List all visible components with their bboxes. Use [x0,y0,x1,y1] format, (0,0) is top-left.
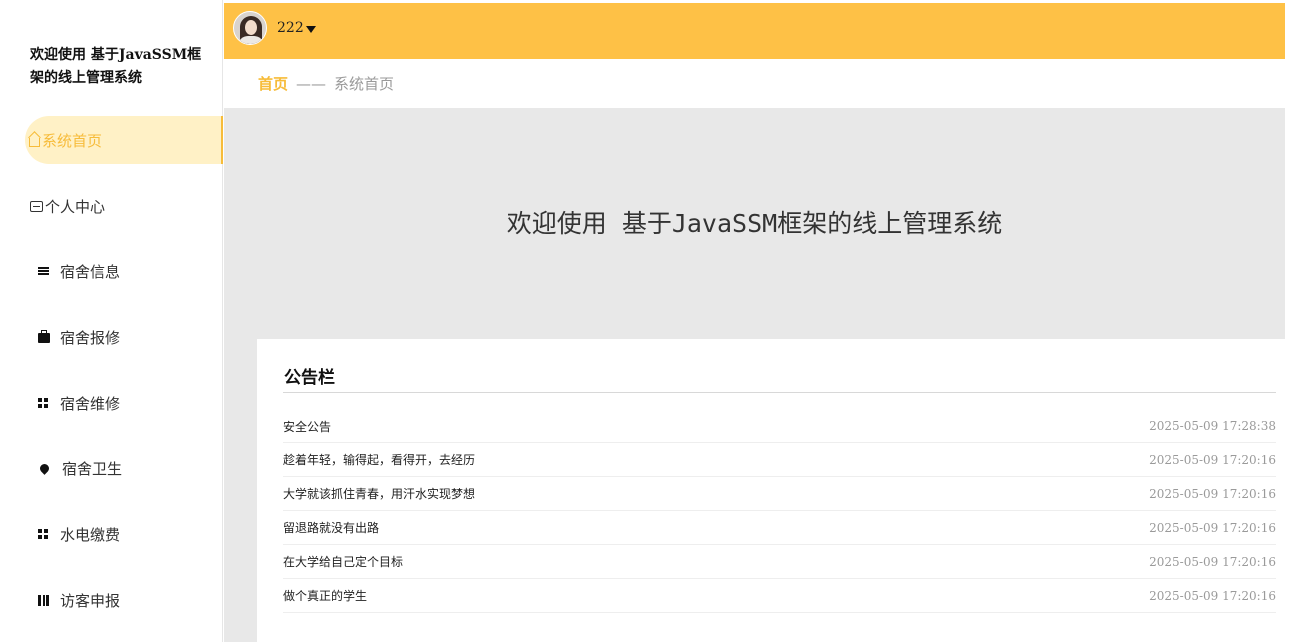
notice-item[interactable]: 趁着年轻，输得起，看得开，去经历 2025-05-09 17:20:16 [283,443,1276,477]
sidebar-item-label: 水电缴费 [60,525,121,544]
sidebar-item-system-home[interactable]: 系统首页 [25,116,223,164]
notice-item-time: 2025-05-09 17:20:16 [1149,588,1276,603]
book-icon [38,594,49,606]
welcome-heading: 欢迎使用 基于JavaSSM框架的线上管理系统 [506,209,1003,238]
sidebar-item-personal-center[interactable]: 个人中心 [3,182,223,230]
notice-item-time: 2025-05-09 17:28:38 [1149,419,1276,433]
notice-item-text: 大学就该抓住青春，用汗水实现梦想 [283,487,476,501]
top-header: 222 [224,3,1285,59]
username[interactable]: 222 [277,20,304,36]
notice-title: 公告栏 [284,368,335,388]
sidebar-item-visitor-declaration[interactable]: 访客申报 [3,576,223,624]
sidebar-item-dorm-hygiene[interactable]: 宿舍卫生 [3,444,223,492]
notice-item-text: 趁着年轻，输得起，看得开，去经历 [283,453,476,467]
grid-icon [38,528,49,540]
breadcrumb: 首页 —— 系统首页 [224,59,1285,108]
briefcase-icon [38,330,50,343]
sidebar: 欢迎使用 基于JavaSSM框架的线上管理系统 系统首页 个人中心 宿舍信息 宿… [3,0,223,642]
app-title: 欢迎使用 基于JavaSSM框架的线上管理系统 [30,47,202,86]
notice-item-time: 2025-05-09 17:20:16 [1149,520,1276,535]
caret-down-icon[interactable] [306,26,316,33]
sidebar-item-dorm-info[interactable]: 宿舍信息 [3,247,223,295]
divider [283,392,1276,393]
notice-item-text: 在大学给自己定个目标 [283,555,404,569]
drop-icon [38,461,51,475]
breadcrumb-separator: —— [296,74,327,93]
notice-list: 安全公告 2025-05-09 17:28:38 趁着年轻，输得起，看得开，去经… [283,411,1276,613]
breadcrumb-home-link[interactable]: 首页 [258,73,288,94]
notice-item[interactable]: 大学就该抓住青春，用汗水实现梦想 2025-05-09 17:20:16 [283,477,1276,511]
notice-item-text: 安全公告 [283,419,332,434]
sidebar-item-label: 个人中心 [45,197,106,216]
user-avatar[interactable] [233,11,267,45]
notice-item-time: 2025-05-09 17:20:16 [1149,554,1276,569]
grid-icon [38,397,49,409]
sidebar-item-utility-payment[interactable]: 水电缴费 [3,510,223,558]
breadcrumb-current: 系统首页 [334,75,395,93]
notice-item[interactable]: 留退路就没有出路 2025-05-09 17:20:16 [283,511,1276,545]
notice-item[interactable]: 安全公告 2025-05-09 17:28:38 [283,410,1276,443]
list-icon [38,266,49,276]
sidebar-item-label: 系统首页 [42,131,103,150]
notice-item[interactable]: 做个真正的学生 2025-05-09 17:20:16 [283,579,1276,613]
notice-item-time: 2025-05-09 17:20:16 [1149,486,1276,501]
notice-item-time: 2025-05-09 17:20:16 [1149,452,1276,467]
sidebar-item-label: 宿舍卫生 [62,459,123,478]
sidebar-item-label: 宿舍信息 [60,262,121,281]
sidebar-item-dorm-maintenance[interactable]: 宿舍维修 [3,379,223,427]
sidebar-item-label: 访客申报 [60,591,121,610]
notice-item-text: 留退路就没有出路 [283,521,380,535]
notice-board: 公告栏 安全公告 2025-05-09 17:28:38 趁着年轻，输得起，看得… [257,339,1285,642]
sidebar-item-label: 宿舍维修 [60,394,121,413]
sidebar-item-label: 宿舍报修 [60,328,121,347]
sidebar-item-dorm-repair-request[interactable]: 宿舍报修 [3,313,223,361]
card-icon [30,200,43,212]
home-icon [29,137,40,147]
notice-item-text: 做个真正的学生 [283,589,368,603]
notice-item[interactable]: 在大学给自己定个目标 2025-05-09 17:20:16 [283,545,1276,579]
